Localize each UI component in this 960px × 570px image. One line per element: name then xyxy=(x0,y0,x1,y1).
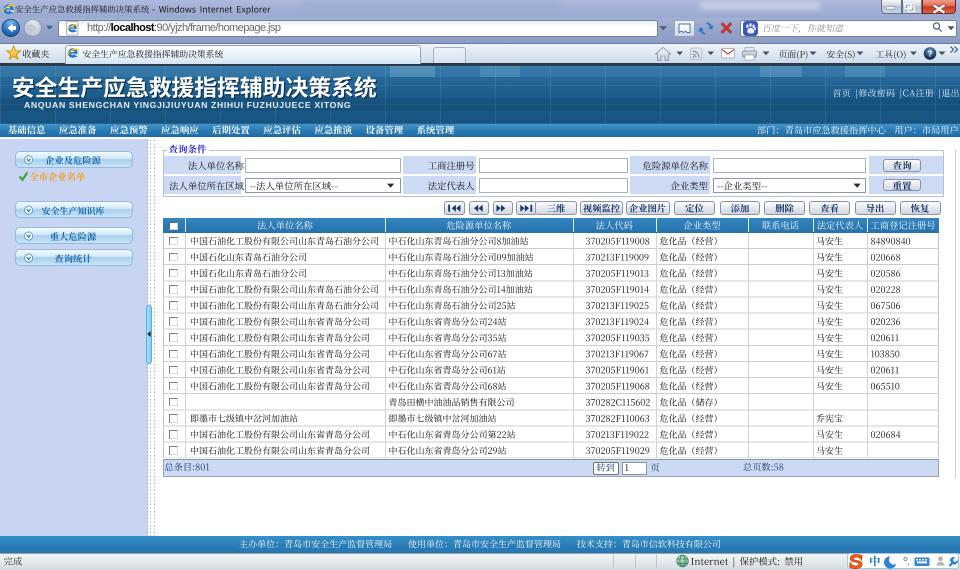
svg-text:?: ? xyxy=(927,49,932,59)
